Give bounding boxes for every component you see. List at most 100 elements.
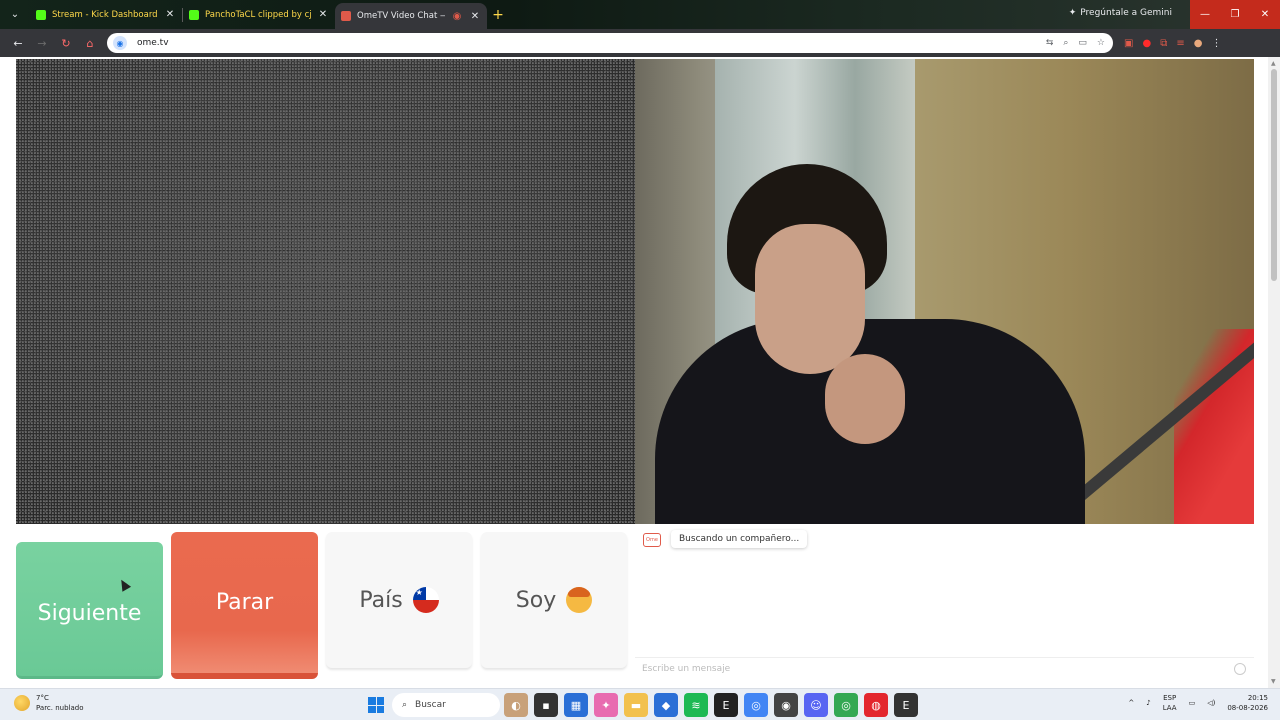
url-text: ome.tv xyxy=(137,38,169,48)
kick-favicon-icon xyxy=(36,9,46,20)
weather-temperature: 7°C xyxy=(36,694,49,702)
store-icon[interactable]: ▦ xyxy=(564,693,588,717)
keyboard-layout: LAA xyxy=(1162,704,1177,712)
ometv-favicon-icon xyxy=(341,11,351,21)
partner-video-static xyxy=(16,59,635,524)
country-button[interactable]: País ★ xyxy=(326,532,472,668)
weather-widget[interactable]: 7°C Parc. nublado xyxy=(14,693,84,713)
home-button[interactable]: ⌂ xyxy=(78,37,102,50)
reload-button[interactable]: ↻ xyxy=(54,37,78,50)
steam-icon[interactable]: ◉ xyxy=(774,693,798,717)
copilot-icon[interactable]: ✦ xyxy=(594,693,618,717)
network-icon[interactable]: ▭ xyxy=(1189,699,1196,707)
extension-icon[interactable]: ▣ xyxy=(1124,38,1133,49)
chat-input-placeholder: Escribe un mensaje xyxy=(642,663,731,674)
chrome-icon[interactable]: ◎ xyxy=(744,693,768,717)
next-button[interactable]: Siguiente xyxy=(16,542,163,679)
stop-button[interactable]: Parar xyxy=(171,532,318,679)
chat-status-message: Buscando un compañero... xyxy=(671,530,808,548)
page-scrollbar[interactable]: ▲ ▼ xyxy=(1268,57,1280,688)
clock-date: 08-08-2026 xyxy=(1227,704,1268,712)
chile-flag-icon: ★ xyxy=(412,587,439,613)
chat-panel: Ome Buscando un compañero... Escribe un … xyxy=(635,529,1254,679)
kick-favicon-icon xyxy=(189,9,199,20)
person-face xyxy=(755,224,865,374)
emoji-picker-icon[interactable] xyxy=(1234,663,1246,675)
forward-button[interactable]: → xyxy=(30,37,54,50)
boy-avatar-icon xyxy=(566,587,593,613)
task-view-icon[interactable]: ▪ xyxy=(534,693,558,717)
next-button-label: Siguiente xyxy=(37,600,142,626)
windows-start-icon[interactable] xyxy=(368,697,384,713)
tray-overflow-icon[interactable]: ^ xyxy=(1128,699,1134,707)
tab-title: Stream - Kick Dashboard xyxy=(52,9,158,20)
epic-games-icon[interactable]: E xyxy=(894,693,918,717)
scrollbar-thumb[interactable] xyxy=(1271,69,1277,281)
taskbar-apps: ◐ ▪ ▦ ✦ ▬ ◆ ≋ E ◎ ◉ ☺ ◎ ◍ E xyxy=(504,693,918,717)
stop-button-label: Parar xyxy=(215,590,274,615)
language-code: ESP xyxy=(1163,694,1177,702)
weather-description: Parc. nublado xyxy=(36,704,84,712)
zoom-icon[interactable]: ⌕ xyxy=(1063,38,1068,48)
install-app-icon[interactable]: ▭ xyxy=(1078,38,1087,48)
discord-icon[interactable]: ☺ xyxy=(804,693,828,717)
address-bar[interactable]: ◉ ome.tv ⇆ ⌕ ▭ ☆ xyxy=(107,33,1113,53)
extensions-area: ▣ ● ⧉ ≡ ● ⋮ xyxy=(1124,29,1221,57)
restore-button[interactable]: ❐ xyxy=(1220,0,1250,29)
browser-tab-bar: ⌄ Stream - Kick Dashboard ✕ PanchoTaCL c… xyxy=(0,0,1280,29)
windows-taskbar: 7°C Parc. nublado ⌕ Buscar ◐ ▪ ▦ ✦ ▬ ◆ ≋… xyxy=(0,688,1280,720)
file-explorer-icon[interactable]: ▬ xyxy=(624,693,648,717)
minimize-button[interactable]: — xyxy=(1190,0,1220,29)
spotify-icon[interactable]: ≋ xyxy=(684,693,708,717)
microphone-icon[interactable]: ♪ xyxy=(1146,699,1150,707)
app-icon[interactable]: ◆ xyxy=(654,693,678,717)
extensions-puzzle-icon[interactable]: ⧉ xyxy=(1160,38,1167,49)
search-icon: ⌕ xyxy=(402,700,408,710)
close-tab-icon[interactable]: ✕ xyxy=(164,9,176,20)
back-button[interactable]: ← xyxy=(6,37,30,50)
close-tab-icon[interactable]: ✕ xyxy=(469,11,481,22)
system-clock[interactable]: 20:15 08-08-2026 xyxy=(1227,693,1268,713)
site-info-icon[interactable]: ◉ xyxy=(113,36,127,50)
tab-title: PanchoTaCL clipped by cjskejrh xyxy=(205,9,311,20)
taskbar-search-box[interactable]: ⌕ Buscar xyxy=(392,693,500,717)
tab-kick-dashboard[interactable]: Stream - Kick Dashboard ✕ xyxy=(30,0,182,29)
browser-menu-icon[interactable]: ⋮ xyxy=(1211,38,1221,49)
widgets-icon[interactable]: ◐ xyxy=(504,693,528,717)
tab-title: OmeTV Video Chat — Ome xyxy=(357,11,445,21)
profile-avatar-icon[interactable]: ● xyxy=(1194,38,1203,49)
gemini-button[interactable]: ✦ Pregúntale a Gemini xyxy=(1069,8,1172,18)
scroll-down-arrow-icon[interactable]: ▼ xyxy=(1271,678,1276,685)
browser-toolbar: ← → ↻ ⌂ ◉ ome.tv ⇆ ⌕ ▭ ☆ ▣ ● ⧉ ≡ ● ⋮ xyxy=(0,29,1280,57)
person-hand xyxy=(825,354,905,444)
ometv-logo-icon: Ome xyxy=(643,533,661,547)
clock-time: 20:15 xyxy=(1247,694,1268,702)
chat-message-input[interactable]: Escribe un mensaje xyxy=(635,657,1254,679)
partly-cloudy-icon xyxy=(14,695,30,711)
scroll-up-arrow-icon[interactable]: ▲ xyxy=(1271,60,1276,67)
volume-icon[interactable]: ◁) xyxy=(1207,699,1215,707)
country-button-label: País xyxy=(359,587,403,613)
language-indicator[interactable]: ESP LAA xyxy=(1163,693,1177,713)
tab-search-dropdown-icon[interactable]: ⌄ xyxy=(0,9,30,20)
search-placeholder: Buscar xyxy=(415,700,446,710)
system-tray: ^ ♪ ESP LAA ▭ ◁) 20:15 08-08-2026 xyxy=(1128,693,1268,713)
tab-ometv[interactable]: OmeTV Video Chat — Ome ◉ ✕ xyxy=(335,3,487,29)
side-panel-icon[interactable]: ≡ xyxy=(1176,38,1184,49)
close-tab-icon[interactable]: ✕ xyxy=(317,9,329,20)
chrome-profile-icon[interactable]: ◎ xyxy=(834,693,858,717)
translate-icon[interactable]: ⇆ xyxy=(1046,38,1054,48)
close-window-button[interactable]: ✕ xyxy=(1250,0,1280,29)
ometv-page: Siguiente Parar País ★ Soy Ome Buscando … xyxy=(0,57,1268,688)
bookmark-star-icon[interactable]: ☆ xyxy=(1097,38,1105,48)
epic-games-icon[interactable]: E xyxy=(714,693,738,717)
extension-icon[interactable]: ● xyxy=(1142,38,1151,49)
tab-kick-clip[interactable]: PanchoTaCL clipped by cjskejrh ✕ xyxy=(183,0,335,29)
gemini-icon: ✦ xyxy=(1068,8,1077,18)
gemini-label: Pregúntale a Gemini xyxy=(1080,8,1172,18)
recording-indicator-icon: ◉ xyxy=(452,10,462,22)
window-controls: — ❐ ✕ xyxy=(1190,0,1280,29)
new-tab-button[interactable]: + xyxy=(487,7,509,23)
gender-button[interactable]: Soy xyxy=(481,532,627,668)
obs-icon[interactable]: ◍ xyxy=(864,693,888,717)
